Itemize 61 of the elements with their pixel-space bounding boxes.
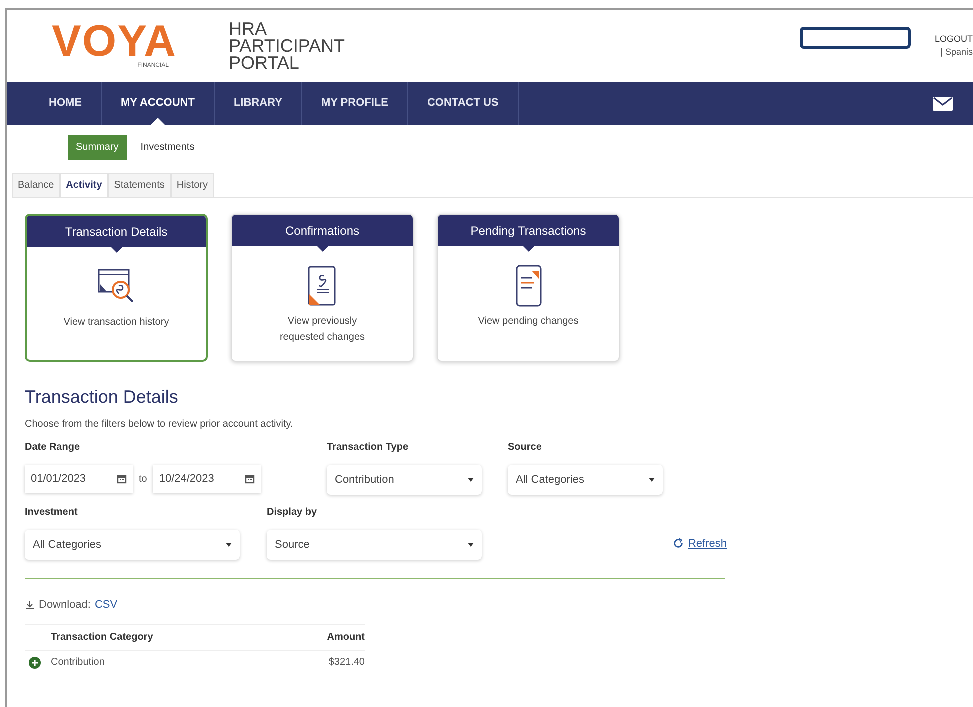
portal-title: PARTICIPANT xyxy=(229,38,346,54)
dropdown-field[interactable]: Contribution xyxy=(327,465,482,495)
pointer-icon xyxy=(110,247,122,253)
mail-icon[interactable] xyxy=(933,96,953,110)
table-cell: Contribution xyxy=(51,650,280,674)
nav-link[interactable]: HOME xyxy=(30,95,101,112)
card-description: View previously requested changes xyxy=(278,315,366,345)
nav-link[interactable]: LIBRARY xyxy=(214,95,302,112)
calendar-icon[interactable] xyxy=(117,474,127,484)
field-label: Investment xyxy=(25,506,79,520)
selected-pointer-icon xyxy=(150,118,165,125)
field-label: Source xyxy=(508,441,543,455)
date-field[interactable]: 01/01/2023 xyxy=(25,465,133,493)
dropdown-field[interactable]: All Categories xyxy=(508,465,663,495)
card-title: Confirmations xyxy=(285,222,360,240)
download-label: Download: xyxy=(39,598,91,613)
dropdown-caret-icon xyxy=(226,543,232,547)
card-description: View pending changes xyxy=(477,315,580,329)
table-cell: $321.40 xyxy=(280,650,365,674)
download-icon xyxy=(25,600,35,610)
portal-title: HRA xyxy=(229,20,268,38)
activity-card[interactable]: Transaction Details View transaction history xyxy=(25,214,208,362)
nav-link[interactable]: CONTACT US xyxy=(408,95,518,112)
dropdown-caret-icon xyxy=(649,478,655,482)
nav-link[interactable]: MY ACCOUNT xyxy=(102,95,214,112)
dropdown-caret-icon xyxy=(468,543,474,547)
tab[interactable]: Activity xyxy=(60,173,108,197)
column-header: Amount xyxy=(280,624,365,650)
calendar-icon[interactable] xyxy=(245,474,256,484)
dropdown-field[interactable]: All Categories xyxy=(25,530,240,560)
nav-link[interactable]: MY PROFILE xyxy=(302,95,408,112)
language-link[interactable]: | Spanis xyxy=(940,46,973,60)
date-field[interactable]: 10/24/2023 xyxy=(153,465,262,493)
csv-link[interactable]: CSV xyxy=(94,597,118,614)
expand-icon[interactable] xyxy=(29,656,41,668)
refresh-link[interactable]: Refresh xyxy=(673,536,727,552)
card-description: View transaction history xyxy=(62,316,170,330)
field-label: Display by xyxy=(267,506,318,520)
activity-card[interactable]: Pending Transactions View pending changes xyxy=(437,214,620,362)
section-description: Choose from the filters below to review prior account activity. xyxy=(25,418,294,432)
tab[interactable]: History xyxy=(170,173,214,197)
dropdown-field[interactable]: Source xyxy=(267,530,482,560)
phone-checklist-icon xyxy=(514,264,544,308)
field-label: Date Range xyxy=(25,441,82,455)
refresh-icon xyxy=(673,538,684,550)
subnav-tab[interactable]: Investments xyxy=(132,135,203,160)
card-title: Transaction Details xyxy=(65,224,168,240)
logout-link[interactable]: LOGOUT xyxy=(934,32,973,46)
field-label: Transaction Type xyxy=(327,441,410,455)
pointer-icon xyxy=(316,246,328,252)
pointer-icon xyxy=(522,246,534,252)
activity-card[interactable]: Confirmations View previously requested changes xyxy=(231,214,414,362)
card-title: Pending Transactions xyxy=(470,222,586,240)
portal-title: PORTAL xyxy=(229,54,300,72)
section-title: Transaction Details xyxy=(25,386,180,409)
date-separator: to xyxy=(139,472,148,486)
tab[interactable]: Balance xyxy=(12,173,60,197)
tab[interactable]: Statements xyxy=(108,173,171,197)
dropdown-caret-icon xyxy=(468,478,474,482)
subnav-tab[interactable]: Summary xyxy=(68,135,127,160)
column-header: Transaction Category xyxy=(51,624,280,650)
